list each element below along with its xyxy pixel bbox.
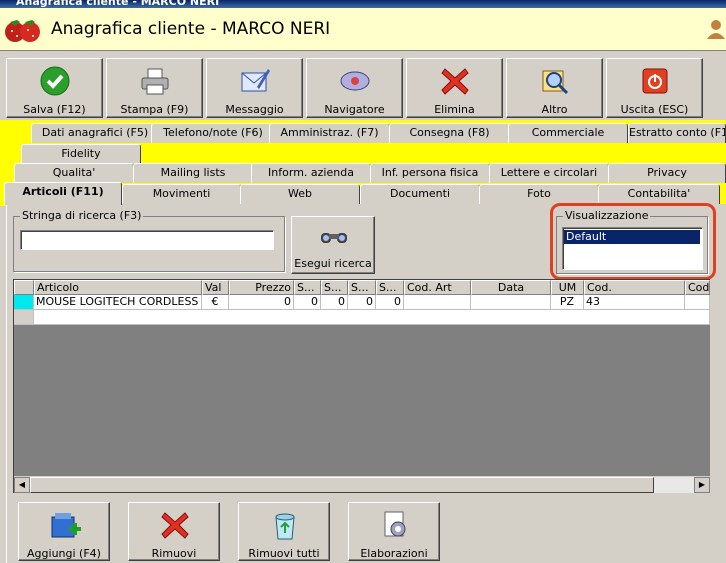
tab-foto[interactable]: Foto [479, 184, 599, 204]
tab-mailing-lists[interactable]: Mailing lists [133, 163, 253, 183]
tab-persona-fisica[interactable]: Inf. persona fisica [370, 163, 490, 183]
recycle-bin-icon [275, 513, 295, 540]
table-row-cell-cod-art[interactable] [404, 295, 471, 310]
table-row-cell-val[interactable]: € [202, 295, 229, 310]
exit-icon [642, 68, 668, 94]
col-header-cod[interactable]: Cod. [584, 280, 685, 295]
remove-all-button[interactable]: Rimuovi tutti [238, 502, 330, 561]
table-row-cell-prezzo[interactable]: 0 [229, 295, 294, 310]
run-search-label: Esegui ricerca [294, 257, 372, 270]
col-header-um[interactable]: UM [551, 280, 584, 295]
window-title-bar[interactable]: Anagrafica cliente - MARCO NERI [0, 0, 726, 8]
row-selector[interactable] [14, 295, 34, 310]
table-row-cell-um[interactable]: PZ [551, 295, 584, 310]
col-header-data[interactable]: Data [471, 280, 551, 295]
tab-area: Dati anagrafici (F5) Telefono/note (F6) … [0, 120, 726, 206]
run-search-button[interactable]: Esegui ricerca [291, 216, 375, 274]
table-row-cell-s2[interactable]: 0 [321, 295, 348, 310]
strawberry-logo-icon [5, 20, 40, 42]
navigator-icon [340, 71, 370, 91]
delete-button[interactable]: Elimina [406, 58, 503, 118]
navigator-button[interactable]: Navigatore [306, 58, 403, 118]
navigator-label: Navigatore [324, 103, 385, 116]
remove-label: Rimuovi [151, 547, 197, 560]
new-row-selector[interactable] [14, 310, 34, 325]
scroll-thumb[interactable] [30, 477, 654, 493]
add-label: Aggiungi (F4) [27, 547, 101, 560]
grid-corner [14, 280, 34, 295]
col-header-articolo[interactable]: Articolo [34, 280, 202, 295]
save-label: Salva (F12) [23, 103, 86, 116]
exit-button[interactable]: Uscita (ESC) [606, 58, 703, 118]
delete-label: Elimina [434, 103, 475, 116]
tab-telefono-note[interactable]: Telefono/note (F6) [151, 123, 275, 143]
page-title: Anagrafica cliente - MARCO NERI [51, 19, 331, 39]
processing-icon [384, 511, 406, 537]
tab-web[interactable]: Web [240, 184, 360, 204]
exit-label: Uscita (ESC) [620, 103, 689, 116]
add-button[interactable]: Aggiungi (F4) [18, 502, 110, 561]
col-header-s1[interactable]: S... [294, 280, 321, 295]
table-row-cell-cod[interactable]: 43 [584, 295, 685, 310]
new-row[interactable] [34, 310, 710, 325]
col-header-cod-2[interactable]: Cod. [685, 280, 710, 295]
save-button[interactable]: Salva (F12) [6, 58, 103, 118]
remove-icon [161, 512, 189, 539]
col-header-s2[interactable]: S... [321, 280, 348, 295]
check-icon [40, 66, 70, 96]
user-icon[interactable] [706, 19, 726, 39]
binoculars-icon [321, 233, 347, 243]
print-label: Stampa (F9) [120, 103, 189, 116]
tab-commerciale[interactable]: Commerciale [508, 123, 628, 143]
page-header: Anagrafica cliente - MARCO NERI [0, 8, 726, 51]
table-row-cell-s1[interactable]: 0 [294, 295, 321, 310]
processing-label: Elaborazioni [360, 547, 428, 560]
remove-button[interactable]: Rimuovi [128, 502, 220, 561]
search-label: Stringa di ricerca (F3) [20, 209, 144, 222]
tab-inform-azienda[interactable]: Inform. azienda [251, 163, 371, 183]
tab-lettere-circolari[interactable]: Lettere e circolari [489, 163, 609, 183]
other-button[interactable]: Altro [506, 58, 603, 118]
toolbar: Salva (F12) Stampa (F9) Messaggio Naviga… [0, 51, 726, 120]
tab-consegna[interactable]: Consegna (F8) [389, 123, 510, 143]
tab-amministrazione[interactable]: Amministraz. (F7) [269, 123, 390, 143]
search-folder-icon [542, 70, 569, 95]
table-row-cell-cod-2[interactable] [685, 295, 710, 310]
remove-all-label: Rimuovi tutti [248, 547, 320, 560]
tab-privacy[interactable]: Privacy [608, 163, 726, 183]
col-header-cod-art[interactable]: Cod. Art [404, 280, 471, 295]
scroll-left-icon[interactable]: ◀ [14, 477, 30, 493]
tab-qualita[interactable]: Qualita' [14, 163, 134, 183]
message-icon [241, 69, 270, 92]
tab-articoli[interactable]: Articoli (F11) [4, 182, 122, 205]
table-row-cell-data[interactable] [471, 295, 551, 310]
window-title: Anagrafica cliente - MARCO NERI [16, 0, 220, 8]
table-row-cell-s3[interactable]: 0 [348, 295, 376, 310]
horizontal-scrollbar[interactable]: ◀ ▶ [14, 476, 710, 493]
col-header-val[interactable]: Val [202, 280, 229, 295]
delete-icon [441, 68, 469, 95]
table-row-cell-s4[interactable]: 0 [376, 295, 404, 310]
highlight-annotation [550, 203, 716, 280]
add-items-icon [51, 513, 81, 538]
printer-icon [141, 68, 169, 95]
scroll-right-icon[interactable]: ▶ [694, 477, 710, 493]
tab-contabilita[interactable]: Contabilita' [598, 184, 720, 204]
tab-documenti[interactable]: Documenti [360, 184, 480, 204]
articles-grid[interactable]: Articolo Val Prezzo S... S... S... S... … [13, 279, 710, 493]
tab-dati-anagrafici[interactable]: Dati anagrafici (F5) [31, 123, 159, 143]
col-header-s3[interactable]: S... [348, 280, 376, 295]
search-input[interactable] [20, 230, 274, 250]
message-button[interactable]: Messaggio [206, 58, 303, 118]
col-header-prezzo[interactable]: Prezzo [229, 280, 294, 295]
tab-fidelity[interactable]: Fidelity [21, 144, 141, 164]
tab-estratto-conto[interactable]: Estratto conto (F1 [628, 123, 726, 143]
message-label: Messaggio [225, 103, 284, 116]
other-label: Altro [541, 103, 568, 116]
col-header-s4[interactable]: S... [376, 280, 404, 295]
table-row-cell-articolo[interactable]: MOUSE LOGITECH CORDLESS [34, 295, 202, 310]
tab-movimenti[interactable]: Movimenti [122, 184, 241, 204]
processing-button[interactable]: Elaborazioni [348, 502, 440, 561]
print-button[interactable]: Stampa (F9) [106, 58, 203, 118]
